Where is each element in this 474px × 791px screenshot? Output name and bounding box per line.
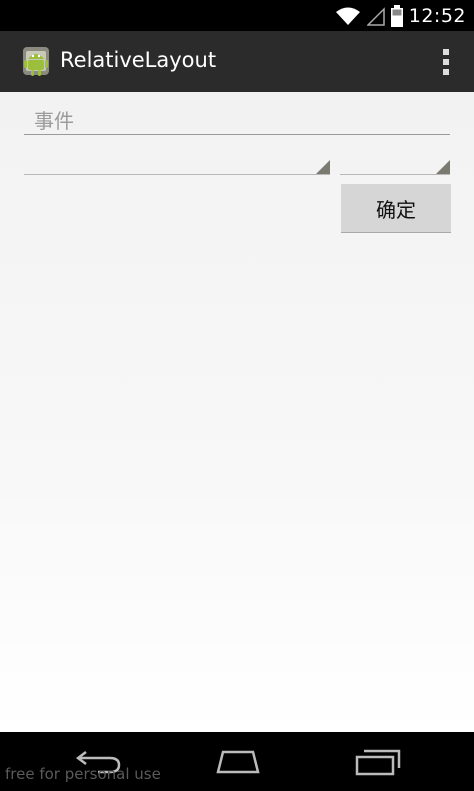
navigation-bar: free for personal use [0, 732, 474, 791]
event-input[interactable]: 事件 [24, 102, 450, 135]
overflow-dot [443, 49, 449, 55]
spinner-date[interactable] [24, 150, 330, 175]
signal-icon [366, 7, 385, 26]
watermark-text: free for personal use [5, 765, 161, 783]
action-bar: RelativeLayout [0, 31, 474, 94]
android-app-icon [23, 47, 49, 76]
battery-icon [390, 5, 403, 27]
spinner-time[interactable] [340, 150, 450, 175]
status-bar: 12:52 [0, 0, 474, 31]
status-time: 12:52 [408, 5, 466, 27]
event-input-hint: 事件 [34, 109, 74, 133]
overflow-menu-icon[interactable] [442, 49, 450, 75]
dropdown-triangle-icon [436, 160, 450, 174]
wifi-icon [335, 7, 360, 25]
overflow-dot [443, 59, 449, 65]
home-icon[interactable] [214, 748, 262, 774]
content-area: 事件 确定 [0, 92, 474, 732]
app-title: RelativeLayout [60, 48, 217, 72]
confirm-button[interactable]: 确定 [341, 184, 451, 233]
recents-icon[interactable] [354, 748, 402, 776]
overflow-dot [443, 69, 449, 75]
dropdown-triangle-icon [316, 160, 330, 174]
status-icons: 12:52 [335, 4, 466, 28]
